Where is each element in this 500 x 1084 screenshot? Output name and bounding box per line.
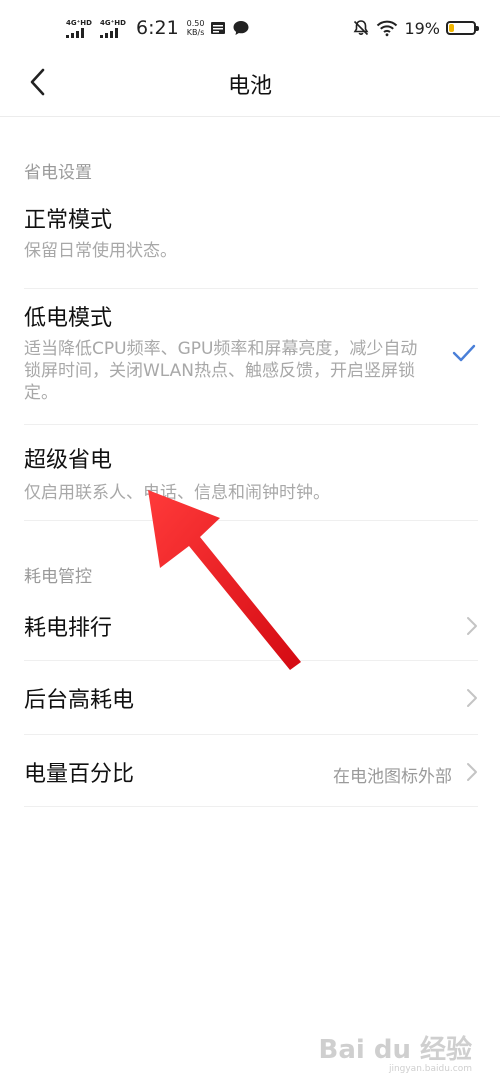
mode-normal-row[interactable]: 正常模式 保留日常使用状态。 [0,196,500,288]
page-title: 电池 [227,74,272,99]
clock-time: 6:21 [136,17,179,39]
mode-normal-desc: 保留日常使用状态。 [24,241,177,261]
network-speed: 0.50 KB/s [187,19,205,37]
checkmark-icon [452,344,476,362]
divider [24,424,478,425]
mode-super-saver-desc: 仅启用联系人、电话、信息和闹钟时钟。 [24,483,330,503]
signal-bars-icon [66,27,84,38]
header-divider [0,116,500,117]
battery-icon [446,21,479,35]
chevron-right-icon [467,617,477,635]
network-type-label: 4G⁺HD [100,18,126,27]
divider [24,660,478,661]
mode-low-power-title: 低电模式 [24,306,113,331]
mode-super-saver-row[interactable]: 超级省电 仅启用联系人、电话、信息和闹钟时钟。 [0,436,500,520]
background-power-row[interactable]: 后台高耗电 [0,662,500,734]
mode-normal-title: 正常模式 [24,208,113,233]
signal-bars-icon [100,27,118,38]
divider [24,734,478,735]
mute-bell-icon [352,19,370,37]
section-title-power-control: 耗电管控 [24,567,92,587]
storage-icon [210,20,226,36]
watermark: Bai du 经验 jingyan.baidu.com [319,1029,473,1074]
network-indicator-2: 4G⁺HD [100,19,128,38]
battery-fill [449,24,454,32]
section-title-power-saving: 省电设置 [24,163,92,183]
app-header: 电池 [0,56,500,108]
network-indicator-1: 4G⁺HD [66,19,94,38]
network-type-label: 4G⁺HD [66,18,92,27]
divider [24,288,478,289]
battery-percentage-value: 在电池图标外部 [333,767,452,787]
network-speed-unit: KB/s [186,28,205,37]
mode-super-saver-title: 超级省电 [24,448,113,473]
chevron-right-icon [467,689,477,707]
battery-percentage-title: 电量百分比 [24,762,135,787]
battery-percent: 19% [404,18,440,38]
network-speed-value: 0.50 [186,19,205,28]
background-power-title: 后台高耗电 [24,688,135,713]
watermark-logo: Bai du 经验 [318,1035,473,1065]
status-right: 19% [352,14,479,42]
power-ranking-title: 耗电排行 [24,616,113,641]
power-ranking-row[interactable]: 耗电排行 [0,590,500,660]
mode-low-power-row[interactable]: 低电模式 适当降低CPU频率、GPU频率和屏幕亮度，减少自动锁屏时间，关闭WLA… [0,294,500,424]
status-left: 4G⁺HD 4G⁺HD 6:21 0.50 KB/s [66,14,250,42]
battery-percentage-row[interactable]: 电量百分比 在电池图标外部 [0,736,500,806]
chevron-right-icon [467,763,477,781]
mode-low-power-desc: 适当降低CPU频率、GPU频率和屏幕亮度，减少自动锁屏时间，关闭WLAN热点、触… [24,339,418,403]
divider [24,520,478,521]
message-icon [232,19,250,37]
wifi-icon [376,19,398,37]
divider [24,806,478,807]
status-bar: 4G⁺HD 4G⁺HD 6:21 0.50 KB/s 19% [0,0,500,56]
